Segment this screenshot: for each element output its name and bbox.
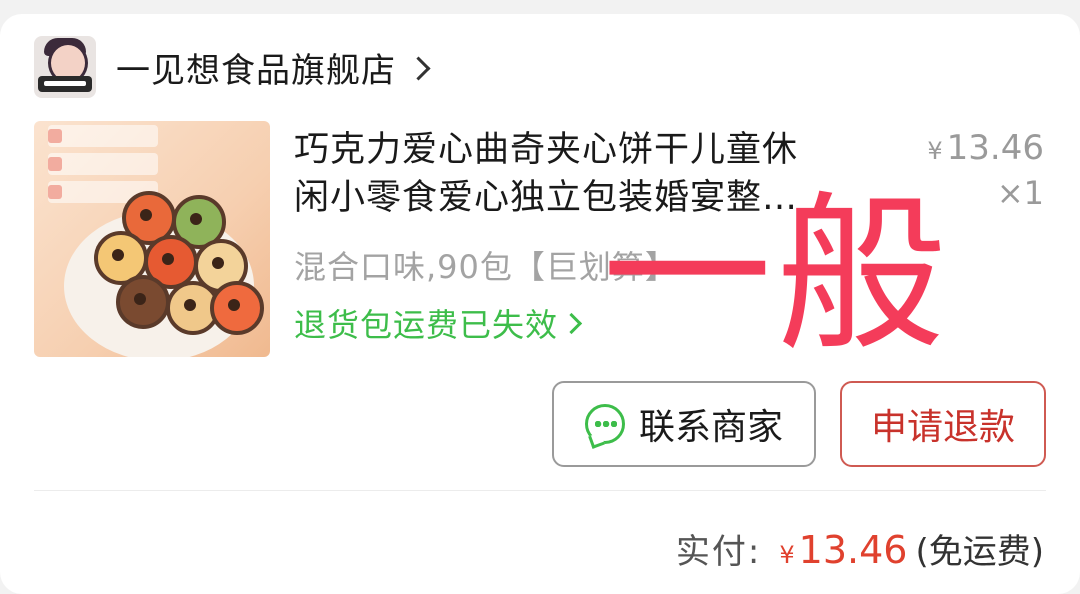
quantity: ×1 — [996, 174, 1044, 212]
store-header[interactable]: 一见想食品旗舰店 — [34, 36, 431, 98]
spec-tag: 【巨划算】 — [512, 248, 678, 286]
product-thumbnail[interactable] — [34, 121, 270, 357]
currency-symbol: ¥ — [927, 137, 943, 165]
product-title-line: 巧克力爱心曲奇夹心饼干儿童休 — [294, 130, 799, 170]
cookie-shape — [210, 281, 264, 335]
unit-price-value: 13.46 — [946, 128, 1044, 168]
product-title-line: 闲小零食爱心独立包装婚宴整… — [294, 178, 799, 218]
request-refund-button[interactable]: 申请退款 — [840, 381, 1046, 467]
spec-text: 混合口味,90包 — [294, 248, 513, 286]
cookie-shape — [116, 275, 170, 329]
paid-amount-value: 13.46 — [798, 528, 908, 572]
return-notice-text: 退货包运费已失效 — [294, 306, 559, 344]
divider — [34, 490, 1046, 491]
request-refund-label: 申请退款 — [870, 407, 1015, 448]
paid-label: 实付: — [675, 532, 762, 572]
chevron-right-icon[interactable] — [406, 55, 431, 81]
paid-amount: ¥13.46 — [779, 528, 907, 572]
chevron-right-icon — [560, 312, 583, 334]
contact-seller-button[interactable]: 联系商家 — [552, 381, 816, 467]
logo-banner-shape — [38, 76, 92, 92]
store-name[interactable]: 一见想食品旗舰店 — [116, 43, 396, 92]
payment-summary: 实付: ¥13.46 (免运费) — [676, 524, 1044, 573]
currency-symbol: ¥ — [779, 541, 795, 569]
product-spec: 混合口味,90包【巨划算】 — [294, 242, 678, 288]
thumb-badge — [48, 153, 158, 175]
thumb-badge — [48, 125, 158, 147]
shipping-note: (免运费) — [915, 532, 1044, 572]
store-logo — [34, 36, 96, 98]
product-title[interactable]: 巧克力爱心曲奇夹心饼干儿童休 闲小零食爱心独立包装婚宴整… — [294, 126, 854, 222]
chat-bubble-icon — [584, 404, 625, 444]
return-shipping-notice[interactable]: 退货包运费已失效 — [294, 300, 583, 346]
unit-price: ¥13.46 — [927, 128, 1044, 168]
contact-seller-label: 联系商家 — [638, 407, 783, 448]
